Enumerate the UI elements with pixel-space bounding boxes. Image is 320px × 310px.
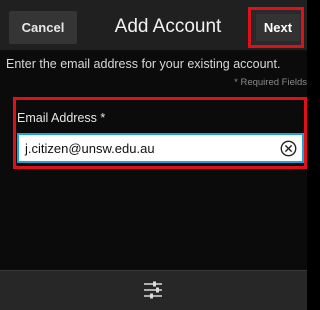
page-title: Add Account [114, 16, 222, 37]
email-field-label: Email Address * [17, 111, 106, 125]
next-button[interactable]: Next [252, 10, 304, 45]
add-account-screen: Cancel Add Account Next Enter the email … [0, 0, 307, 310]
bottom-action-bar [0, 270, 307, 310]
email-field[interactable]: j.citizen@unsw.edu.au [17, 133, 304, 163]
clear-icon[interactable] [280, 140, 297, 157]
settings-sliders-icon[interactable] [142, 279, 164, 301]
next-button-label[interactable]: Next [256, 14, 300, 41]
instruction-text: Enter the email address for your existin… [6, 57, 281, 71]
title-bar: Cancel Add Account Next [0, 0, 307, 50]
email-field-value[interactable]: j.citizen@unsw.edu.au [19, 141, 280, 156]
cancel-button[interactable]: Cancel [9, 11, 77, 44]
required-fields-note: * Required Fields [234, 77, 307, 88]
